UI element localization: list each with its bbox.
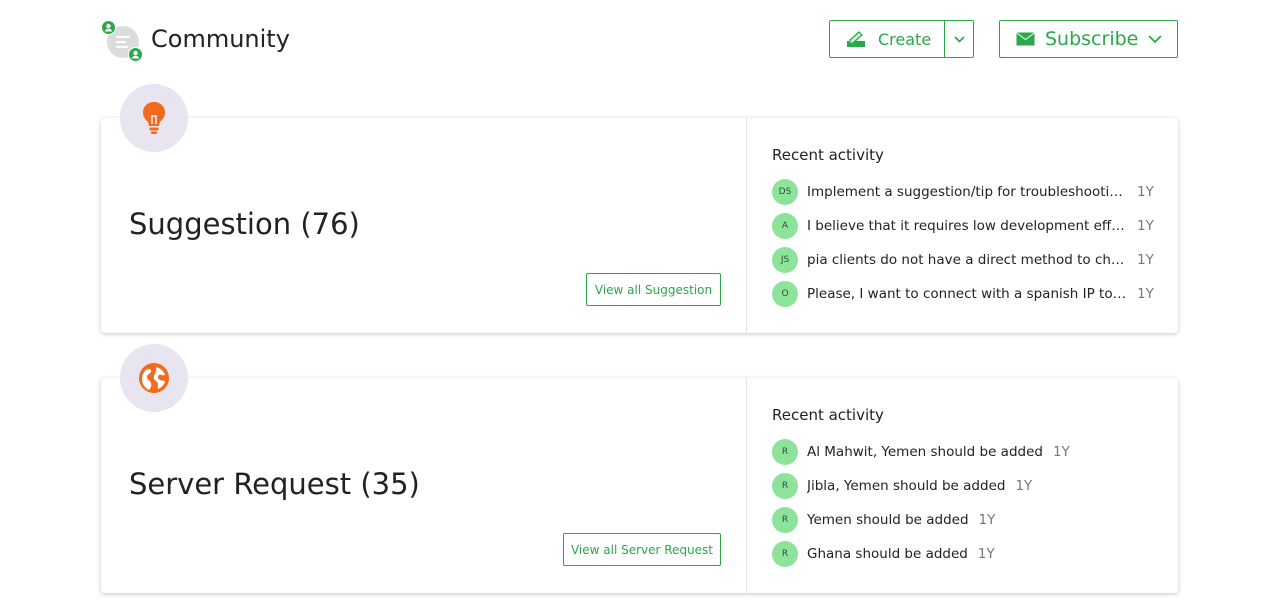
mail-icon	[1016, 32, 1035, 46]
avatar: R	[772, 507, 798, 533]
avatar: O	[772, 281, 798, 307]
create-button-group: Create	[829, 20, 974, 58]
chevron-down-icon	[1148, 34, 1162, 43]
subscribe-button[interactable]: Subscribe	[999, 20, 1178, 58]
avatar: R	[772, 541, 798, 567]
activity-text[interactable]: I believe that it requires low developme…	[807, 218, 1127, 234]
activity-age: 1Y	[1137, 184, 1154, 200]
activity-text[interactable]: Ghana should be added	[807, 546, 968, 562]
view-all-server-request-button[interactable]: View all Server Request	[563, 533, 721, 566]
category-title[interactable]: Suggestion (76)	[129, 207, 360, 241]
activity-age: 1Y	[1137, 218, 1154, 234]
category-title[interactable]: Server Request (35)	[129, 467, 420, 501]
divider	[746, 118, 747, 333]
create-label: Create	[878, 29, 932, 49]
activity-item[interactable]: R Ghana should be added 1Y	[772, 541, 995, 567]
activity-age: 1Y	[1137, 252, 1154, 268]
recent-activity-panel: Recent activity DS Implement a suggestio…	[772, 118, 1162, 333]
activity-age: 1Y	[1137, 286, 1154, 302]
category-card-server-request: Server Request (35) View all Server Requ…	[101, 378, 1178, 593]
create-button[interactable]: Create	[830, 21, 944, 57]
avatar: R	[772, 473, 798, 499]
page-header: Community Create Subscribe	[0, 0, 1280, 80]
activity-item[interactable]: R Al Mahwit, Yemen should be added 1Y	[772, 439, 1070, 465]
view-all-suggestion-button[interactable]: View all Suggestion	[586, 273, 721, 306]
recent-activity-title: Recent activity	[772, 146, 884, 164]
category-card-suggestion: Suggestion (76) View all Suggestion Rece…	[101, 118, 1178, 333]
globe-icon	[120, 344, 188, 412]
activity-text[interactable]: Al Mahwit, Yemen should be added	[807, 444, 1043, 460]
activity-item[interactable]: JS pia clients do not have a direct meth…	[772, 247, 1154, 273]
lightbulb-icon	[120, 84, 188, 152]
chevron-down-icon	[954, 35, 965, 43]
activity-item[interactable]: A I believe that it requires low develop…	[772, 213, 1154, 239]
activity-text[interactable]: Implement a suggestion/tip for troublesh…	[807, 184, 1127, 200]
user-badge-icon	[101, 20, 116, 35]
page-title: Community	[151, 25, 290, 53]
activity-age: 1Y	[978, 512, 996, 528]
compose-icon	[847, 31, 865, 47]
activity-item[interactable]: R Yemen should be added 1Y	[772, 507, 995, 533]
activity-age: 1Y	[1015, 478, 1033, 494]
activity-item[interactable]: DS Implement a suggestion/tip for troubl…	[772, 179, 1154, 205]
create-dropdown-button[interactable]	[944, 21, 973, 57]
avatar: JS	[772, 247, 798, 273]
activity-text[interactable]: Jibla, Yemen should be added	[807, 478, 1005, 494]
activity-age: 1Y	[1052, 444, 1070, 460]
avatar: R	[772, 439, 798, 465]
subscribe-label: Subscribe	[1045, 28, 1139, 50]
activity-item[interactable]: R Jibla, Yemen should be added 1Y	[772, 473, 1032, 499]
activity-text[interactable]: Please, I want to connect with a spanish…	[807, 286, 1127, 302]
recent-activity-panel: Recent activity R Al Mahwit, Yemen shoul…	[772, 378, 1162, 593]
activity-text[interactable]: Yemen should be added	[807, 512, 969, 528]
activity-text[interactable]: pia clients do not have a direct method …	[807, 252, 1127, 268]
recent-activity-title: Recent activity	[772, 406, 884, 424]
user-badge-icon	[128, 47, 143, 62]
community-icon	[100, 19, 144, 63]
avatar: DS	[772, 179, 798, 205]
activity-item[interactable]: O Please, I want to connect with a spani…	[772, 281, 1154, 307]
activity-age: 1Y	[977, 546, 995, 562]
avatar: A	[772, 213, 798, 239]
divider	[746, 378, 747, 593]
